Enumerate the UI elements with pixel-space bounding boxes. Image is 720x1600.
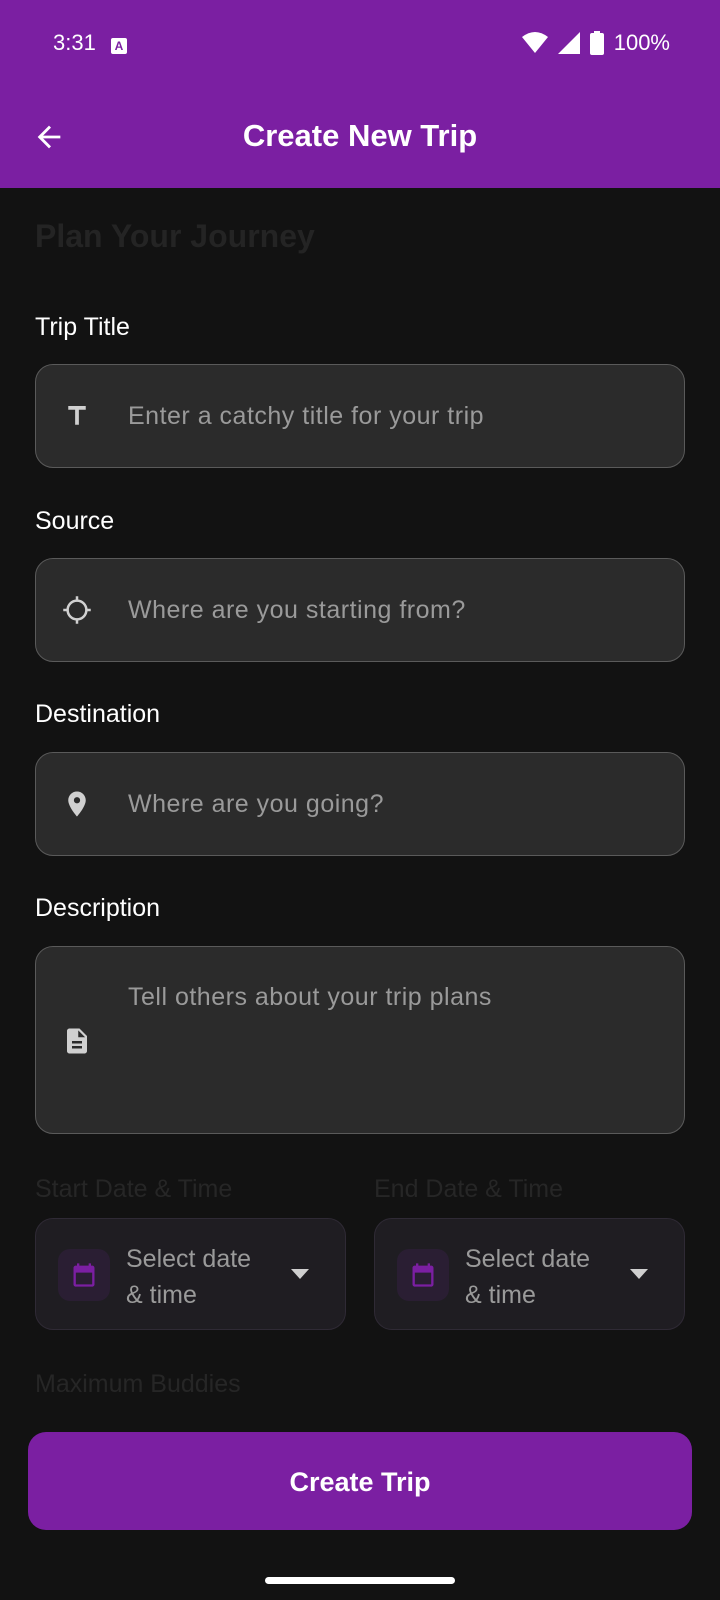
- home-indicator[interactable]: [265, 1577, 455, 1584]
- source-input[interactable]: Where are you starting from?: [35, 558, 685, 662]
- start-date-value: Select date & time: [126, 1241, 251, 1313]
- end-date-line1: Select date: [465, 1245, 591, 1273]
- notification-a-icon: A: [111, 38, 127, 54]
- description-input[interactable]: Tell others about your trip plans: [35, 946, 685, 1134]
- wifi-icon: [521, 32, 548, 53]
- start-calendar-icon-box: [58, 1249, 110, 1301]
- end-calendar-icon-box: [397, 1249, 449, 1301]
- battery-percent: 100%: [613, 30, 670, 55]
- description-label: Description: [35, 894, 161, 922]
- start-date-line1: Select date: [126, 1245, 252, 1273]
- battery-icon: [589, 31, 604, 55]
- dropdown-arrow-icon: [630, 1269, 648, 1279]
- app-bar: 3:31 A 100% Create New Trip: [0, 0, 720, 188]
- title-icon: [68, 406, 86, 425]
- trip-title-placeholder: Enter a catchy title for your trip: [128, 402, 485, 430]
- description-placeholder: Tell others about your trip plans: [128, 983, 492, 1011]
- source-label: Source: [35, 507, 115, 535]
- crosshair-icon: [63, 596, 91, 624]
- trip-title-input[interactable]: Enter a catchy title for your trip: [35, 364, 685, 468]
- start-date-line2: & time: [126, 1281, 197, 1309]
- dropdown-arrow-icon: [291, 1269, 309, 1279]
- location-pin-icon: [68, 791, 86, 817]
- end-date-value: Select date & time: [465, 1241, 590, 1313]
- calendar-icon: [412, 1263, 434, 1287]
- end-date-label: End Date & Time: [374, 1175, 563, 1203]
- end-date-picker[interactable]: Select date & time: [374, 1218, 685, 1330]
- start-date-picker[interactable]: Select date & time: [35, 1218, 346, 1330]
- status-time: 3:31: [53, 30, 96, 55]
- end-date-line2: & time: [465, 1281, 536, 1309]
- status-icons: 100%: [521, 30, 670, 56]
- max-buddies-label: Maximum Buddies: [35, 1370, 241, 1398]
- page-title: Create New Trip: [242, 118, 478, 153]
- cell-signal-icon: [557, 32, 580, 54]
- destination-label: Destination: [35, 700, 161, 728]
- section-heading: Plan Your Journey: [35, 218, 315, 254]
- calendar-icon: [73, 1263, 95, 1287]
- start-date-label: Start Date & Time: [35, 1175, 233, 1203]
- destination-input[interactable]: Where are you going?: [35, 752, 685, 856]
- create-trip-button[interactable]: Create Trip: [28, 1432, 692, 1530]
- document-icon: [67, 1028, 87, 1054]
- trip-title-label: Trip Title: [35, 313, 130, 341]
- source-placeholder: Where are you starting from?: [128, 596, 466, 624]
- destination-placeholder: Where are you going?: [128, 790, 384, 818]
